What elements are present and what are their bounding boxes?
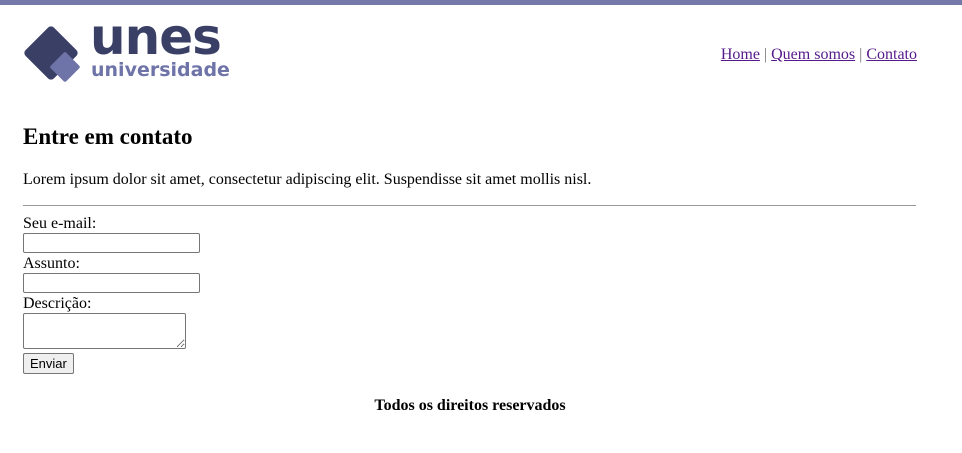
logo-name: unes (90, 8, 222, 66)
site-logo[interactable]: unes universidade (22, 12, 242, 86)
footer-text: Todos os direitos reservados (374, 397, 566, 414)
main-nav: Home | Quem somos | Contato (721, 46, 917, 64)
logo-mark-icon (24, 26, 80, 82)
submit-button[interactable]: Enviar (23, 353, 74, 374)
nav-link-home[interactable]: Home (721, 46, 760, 63)
nav-link-quem-somos[interactable]: Quem somos (771, 46, 855, 63)
intro-text: Lorem ipsum dolor sit amet, consectetur … (23, 171, 592, 188)
divider (23, 205, 916, 206)
description-label: Descrição: (23, 295, 92, 312)
top-accent-bar (0, 0, 962, 5)
nav-separator: | (763, 46, 768, 63)
description-field[interactable] (23, 313, 186, 349)
contact-form: Seu e-mail: Assunto: Descrição: Enviar (23, 215, 200, 374)
email-label: Seu e-mail: (23, 215, 97, 232)
email-field[interactable] (23, 233, 200, 253)
subject-field[interactable] (23, 273, 200, 293)
subject-label: Assunto: (23, 255, 80, 272)
logo-subtitle: universidade (91, 59, 230, 81)
nav-separator: | (859, 46, 863, 63)
nav-link-contato[interactable]: Contato (866, 46, 917, 63)
page-title: Entre em contato (23, 124, 193, 149)
